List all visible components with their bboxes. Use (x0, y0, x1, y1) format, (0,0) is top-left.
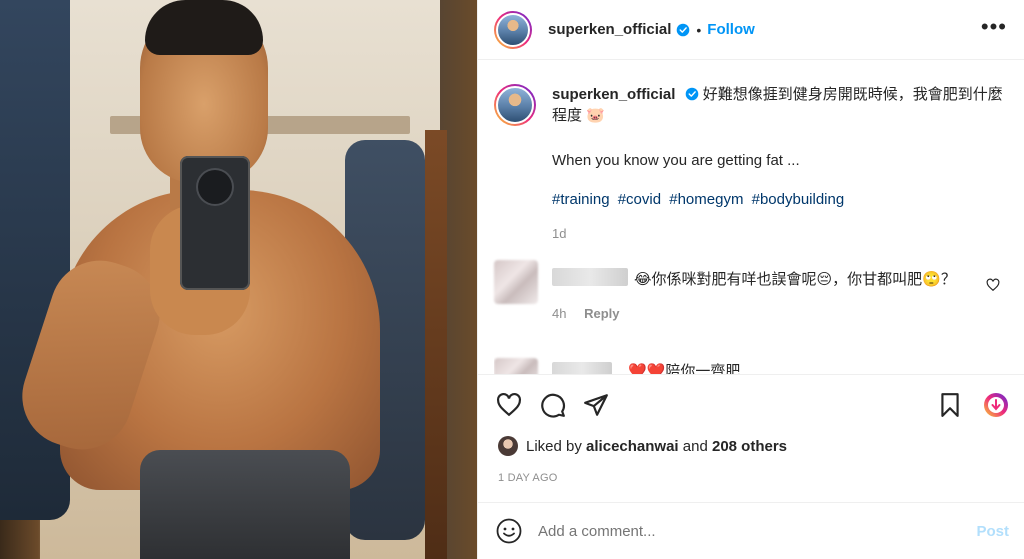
post-header: superken_official • Follow ••• (478, 0, 1024, 60)
hashtag-link[interactable]: #homegym (669, 191, 743, 208)
likes-summary[interactable]: Liked by alicechanwai and 208 others (498, 436, 787, 456)
verified-badge-icon (677, 23, 690, 36)
post-photo[interactable] (0, 0, 477, 559)
comment-bubble-icon[interactable] (540, 392, 566, 418)
verified-badge-icon (685, 87, 698, 101)
post-time-ago[interactable]: 1 DAY AGO (498, 472, 557, 484)
like-heart-icon[interactable] (496, 392, 522, 418)
caption-text: superken_official 好難想像捱到健身房開既時候，我會肥到什麼程度… (552, 84, 1014, 126)
likes-prefix: Liked by (526, 437, 582, 455)
liker-avatar[interactable] (498, 436, 518, 456)
post-comment-button[interactable]: Post (976, 523, 1009, 540)
caption-username[interactable]: superken_official (552, 86, 675, 103)
hashtag-link[interactable]: #covid (618, 191, 661, 208)
emoji-smile-icon[interactable] (496, 518, 522, 544)
header-dot-separator: • (696, 21, 702, 38)
comment-meta: 4h Reply (552, 306, 634, 321)
caption-avatar[interactable] (494, 84, 536, 126)
comment-item: 😂你係咪對肥有咩也誤會呢😔，你甘都叫肥🙄？ 4h Reply (494, 256, 1014, 326)
post-details-panel: superken_official • Follow ••• superken_… (477, 0, 1024, 559)
photo-shorts (140, 450, 350, 559)
save-bookmark-icon[interactable] (937, 392, 963, 418)
photo-belt (425, 130, 447, 559)
caption-english: When you know you are getting fat ... (552, 152, 800, 169)
comment-item: ❤️❤️陪你一齊肥 (494, 356, 1014, 374)
reply-button[interactable]: Reply (584, 306, 619, 321)
likes-others[interactable]: 208 others (712, 438, 787, 455)
hashtag-link[interactable]: #training (552, 191, 610, 208)
comment-avatar-blurred[interactable] (494, 358, 538, 374)
liker-username[interactable]: alicechanwai (586, 438, 679, 455)
comment-like-heart-icon[interactable] (986, 278, 1000, 292)
photo-phone (180, 156, 250, 290)
comment-text: 😂你係咪對肥有咩也誤會呢😔，你甘都叫肥🙄？ (634, 271, 956, 288)
post-actions-bar (478, 374, 1024, 434)
more-options-icon[interactable]: ••• (981, 16, 1007, 38)
hashtag-link[interactable]: #bodybuilding (752, 191, 845, 208)
comment-username-blurred[interactable] (552, 268, 628, 286)
comment-avatar-blurred[interactable] (494, 260, 538, 304)
follow-button[interactable]: Follow (707, 21, 755, 38)
header-avatar[interactable] (494, 10, 532, 49)
comment-age: 4h (552, 306, 567, 321)
extension-badge-icon[interactable] (983, 392, 1009, 418)
likes-joiner: and (682, 437, 708, 455)
photo-phone-camera (198, 170, 232, 204)
add-comment-bar: Post (478, 502, 1024, 559)
add-comment-input[interactable] (538, 522, 958, 540)
comment-text: ❤️❤️陪你一齊肥 (628, 363, 741, 374)
share-paper-plane-icon[interactable] (583, 392, 609, 418)
post-caption: superken_official 好難想像捱到健身房開既時候，我會肥到什麼程度… (494, 84, 1014, 241)
caption-hashtags: #training #covid #homegym #bodybuilding (552, 191, 1014, 208)
header-username[interactable]: superken_official (548, 21, 671, 38)
caption-age[interactable]: 1d (552, 226, 1014, 241)
photo-hair (145, 0, 263, 55)
comment-username-blurred[interactable] (552, 362, 612, 374)
